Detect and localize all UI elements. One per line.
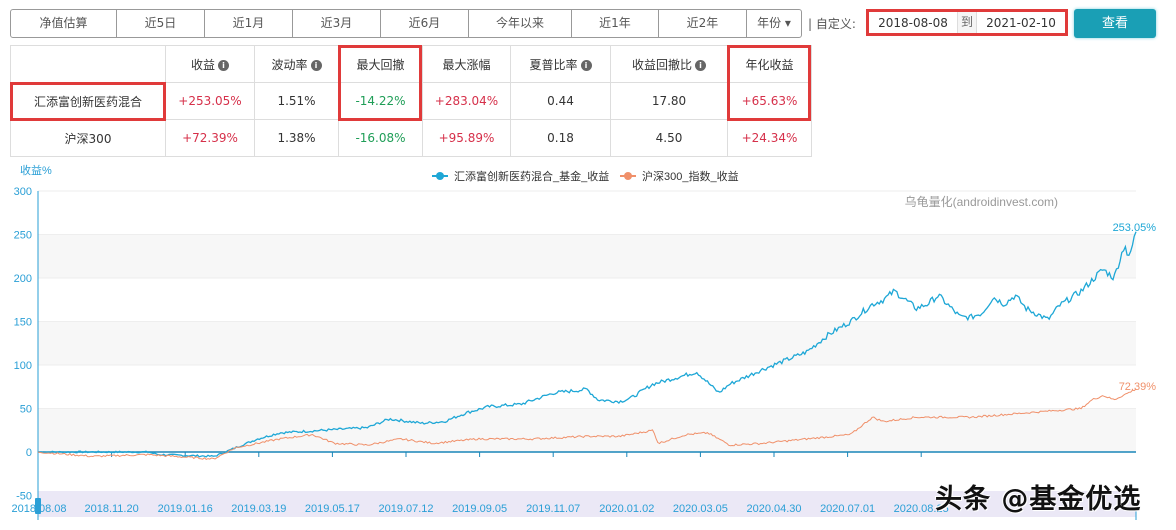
y-tick-label: -50 [16,491,32,503]
watermark: 头条 @基金优选 [935,484,1142,515]
x-tick-label: 2020.07.01 [820,503,875,515]
y-tick-label: 150 [14,317,32,329]
x-tick-label: 2020.01.02 [599,503,654,515]
end-value-label: 72.39% [1119,381,1157,393]
x-tick-label: 2019.01.16 [158,503,213,515]
y-axis-label: 收益% [20,163,52,177]
y-tick-label: 250 [14,230,32,242]
x-tick-label: 2018.11.20 [84,503,138,515]
return-chart: 300 250 200 150 100 50 0 -502018.08.08 2018.11.2… [11,163,1157,520]
grid-band [38,321,1136,365]
y-tick-label: 200 [14,273,32,285]
source-note: 乌龟量化(androidinvest.com) [905,194,1058,209]
y-tick-label: 0 [26,447,32,459]
y-tick-label: 300 [14,186,32,198]
grid-band [38,408,1136,452]
x-tick-label: 2018.08.08 [11,503,66,515]
x-tick-label: 2020.03.05 [673,503,728,515]
x-tick-label: 2019.11.07 [526,503,580,515]
y-tick-label: 50 [20,404,32,416]
legend-marker[interactable] [436,172,444,180]
legend-marker[interactable] [624,172,632,180]
end-value-label: 253.05% [1113,222,1157,234]
x-tick-label: 2019.05.17 [305,503,360,515]
y-tick-label: 100 [14,360,32,372]
legend-label: 汇添富创新医药混合_基金_收益 [454,169,609,183]
x-tick-label: 2019.07.12 [378,503,433,515]
x-tick-label: 2020.04.30 [746,503,801,515]
legend-label: 沪深300_指数_收益 [642,169,739,183]
x-tick-label: 2019.03.19 [231,503,286,515]
x-tick-label: 2019.09.05 [452,503,507,515]
grid-band [38,234,1136,278]
